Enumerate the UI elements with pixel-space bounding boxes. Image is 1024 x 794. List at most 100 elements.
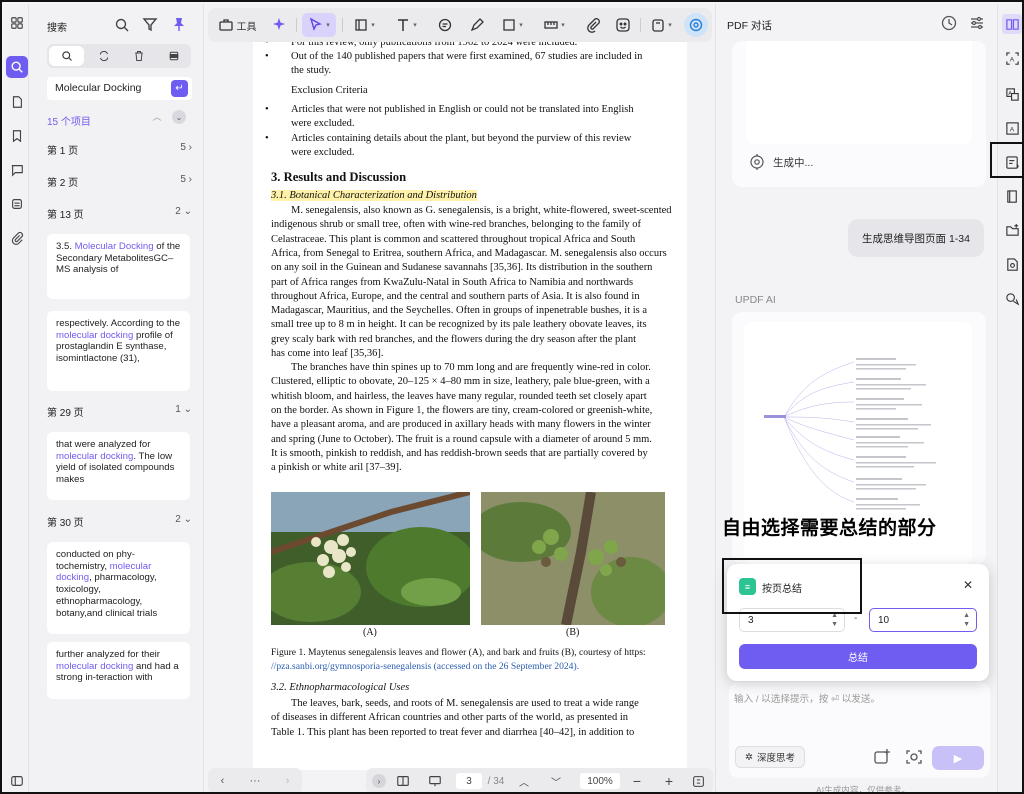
present-icon[interactable] (426, 773, 444, 789)
settings-sliders-icon[interactable] (968, 14, 986, 32)
ocr-icon[interactable]: A (1002, 48, 1022, 68)
ai-sparkle-icon[interactable] (268, 13, 290, 37)
prev-page-icon[interactable]: ︿ (516, 773, 532, 789)
right-rail: A A A (997, 4, 1022, 792)
tab-redact[interactable] (156, 44, 191, 68)
expand-all-icon[interactable]: ⌄ (172, 110, 186, 124)
current-page-input[interactable]: 3 (456, 773, 482, 789)
pin-icon[interactable] (171, 16, 187, 32)
ai-chat-icon (689, 18, 703, 32)
from-page-value: 3 (748, 615, 754, 626)
tab-replace[interactable] (86, 44, 121, 68)
stepper-icon[interactable]: ▲ ▼ (963, 611, 970, 629)
pdf-page: • For this review, only publications fro… (253, 34, 687, 770)
result-page-group[interactable]: 第 29 页 1 ⌄ (47, 404, 192, 420)
highlight-box (990, 142, 1022, 178)
chat-bot-icon[interactable] (1002, 288, 1022, 308)
sidebar-toggle-icon[interactable] (6, 770, 28, 792)
collapse-icon[interactable]: › (372, 774, 386, 788)
enter-icon[interactable]: ↵ (171, 80, 188, 97)
image-upload-icon[interactable] (873, 748, 891, 766)
forward-icon[interactable]: › (286, 775, 290, 787)
pen-tool-button[interactable] (466, 13, 488, 37)
text-box-icon[interactable]: A (1002, 118, 1022, 138)
doc-line: Articles that were not published in Engl… (291, 104, 634, 115)
stamp-button[interactable]: ▾ (646, 13, 676, 37)
result-page-group[interactable]: 第 13 页 2 ⌄ (47, 206, 192, 222)
chat-input[interactable]: 输入 / 以选择提示，按 ⏎ 以发送。 (734, 691, 880, 705)
doc-line: were excluded. (291, 118, 355, 129)
paragraph-line: whitish bloom, and hairless, the leaves … (271, 390, 647, 402)
figure-image-fruits (481, 492, 665, 625)
search-input[interactable]: Molecular Docking ↵ (47, 77, 192, 100)
search-result-item[interactable]: respectively. According to the molecular… (47, 311, 190, 391)
figure-caption: Figure 1. Maytenus senegalensis leaves a… (271, 647, 646, 658)
doc-line: Out of the 140 published papers that wer… (291, 51, 643, 62)
result-page-group[interactable]: 第 1 页 5 › (47, 142, 192, 158)
grid-icon[interactable] (6, 12, 28, 34)
shape-frame-button[interactable]: ▾ (348, 13, 380, 37)
close-icon[interactable]: ✕ (963, 578, 973, 592)
user-message: 生成思维导图页面 1-34 (848, 219, 984, 257)
history-icon[interactable] (940, 14, 958, 32)
more-icon[interactable]: ··· (250, 775, 261, 787)
text-tool-button[interactable]: ▾ (390, 13, 422, 37)
generating-text: 生成中... (773, 156, 814, 169)
folder-add-icon[interactable] (1002, 220, 1022, 240)
comment-tool-button[interactable] (434, 13, 456, 37)
zoom-level[interactable]: 100% (580, 773, 620, 789)
tools-button[interactable]: 工具 (216, 13, 258, 37)
paragraph-line: The leaves, bark, seeds, and roots of M.… (291, 698, 639, 709)
send-button[interactable]: ▶ (932, 746, 984, 770)
fit-page-icon[interactable] (690, 773, 706, 789)
page-match-count: 5 (180, 142, 186, 153)
select-tool-button[interactable]: ▾ (302, 13, 336, 37)
svg-text:A: A (1009, 56, 1014, 63)
search-icon[interactable] (6, 56, 28, 78)
tab-delete[interactable] (121, 44, 156, 68)
sticker-button[interactable] (612, 13, 634, 37)
trash-icon (134, 51, 143, 61)
search-result-item[interactable]: further analyzed for their molecular doc… (47, 642, 190, 699)
generating-status: 生成中... (748, 153, 813, 171)
screenshot-icon[interactable] (905, 748, 923, 766)
layers-icon[interactable] (6, 193, 28, 215)
zoom-in-icon[interactable]: + (660, 773, 678, 789)
search-doc-icon[interactable] (1002, 254, 1022, 274)
tab-search[interactable] (49, 46, 84, 66)
search-result-item[interactable]: 3.5. Molecular Docking of the Secondary … (47, 234, 190, 299)
toolbar-separator (640, 18, 641, 32)
attachment-icon[interactable] (6, 227, 28, 249)
page-label: 第 13 页 (47, 210, 84, 221)
bookmark-icon[interactable] (6, 125, 28, 147)
search-result-item[interactable]: that were analyzed for molecular docking… (47, 432, 190, 500)
page-icon[interactable] (6, 91, 28, 113)
page-match-count: 1 (175, 404, 181, 415)
attach-button[interactable] (582, 13, 604, 37)
book-icon[interactable] (1002, 186, 1022, 206)
back-icon[interactable]: ‹ (221, 775, 225, 787)
zoom-out-icon[interactable]: − (628, 773, 646, 789)
highlight-box (722, 558, 862, 614)
result-match: molecular docking (56, 329, 134, 341)
deep-think-button[interactable]: ✲ 深度思考 (735, 746, 805, 768)
page-view-icon[interactable] (394, 773, 412, 789)
result-page-group[interactable]: 第 2 页 5 › (47, 174, 192, 190)
filter-icon[interactable] (142, 16, 158, 32)
next-page-icon[interactable]: ﹀ (548, 773, 564, 789)
collapse-up-icon[interactable]: ︿ (150, 110, 164, 124)
cursor-icon (310, 17, 323, 31)
replace-search-icon[interactable] (114, 16, 130, 32)
figure-caption-link[interactable]: //pza.sanbi.org/gymnosporia-senegalensis… (271, 660, 676, 674)
summarize-button[interactable]: 总结 (739, 644, 977, 669)
to-page-input[interactable]: 10 ▲ ▼ (869, 608, 977, 632)
comment-icon[interactable] (6, 159, 28, 181)
measure-tool-button[interactable]: ▾ (538, 13, 570, 37)
translate-icon[interactable]: A (1002, 84, 1022, 104)
result-page-group[interactable]: 第 30 页 2 ⌄ (47, 514, 192, 530)
page-match-count: 2 (175, 206, 181, 217)
book-read-icon[interactable] (1002, 14, 1022, 34)
ai-assistant-button[interactable] (684, 13, 708, 37)
rectangle-tool-button[interactable]: ▾ (496, 13, 528, 37)
search-result-item[interactable]: conducted on phy-tochemistry, molecular … (47, 542, 190, 634)
